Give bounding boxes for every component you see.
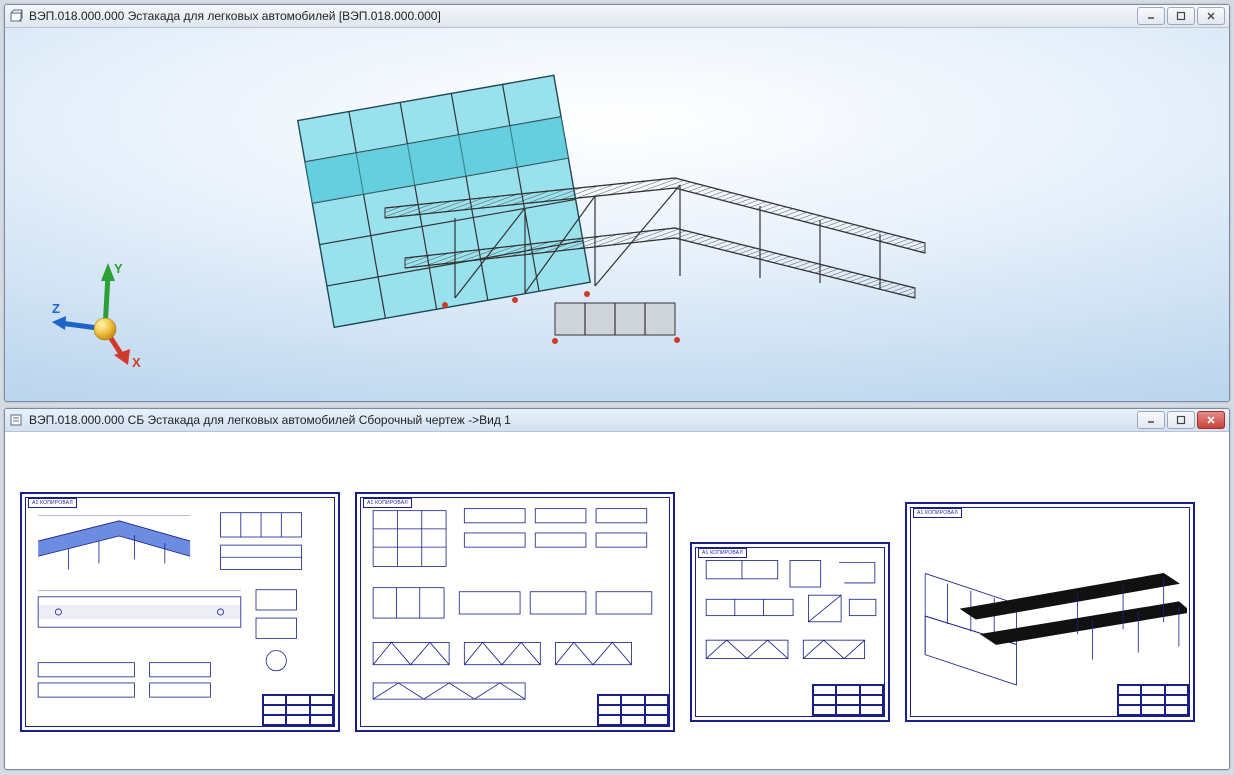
title-block (812, 684, 884, 716)
close-button[interactable] (1197, 411, 1225, 429)
drawing-sheet[interactable]: А1 КОПИРОВАЛ (905, 502, 1195, 722)
document-3d-icon (9, 9, 23, 23)
axis-y-label: Y (114, 261, 123, 276)
minimize-button[interactable] (1137, 411, 1165, 429)
titlebar-3d[interactable]: ВЭП.018.000.000 Эстакада для легковых ав… (5, 5, 1229, 28)
title-block (597, 694, 669, 726)
window-controls-drawing (1137, 411, 1225, 429)
title-block (262, 694, 334, 726)
drawing-sheet[interactable]: А1 КОПИРОВАЛ (690, 542, 890, 722)
window-3d-model: ВЭП.018.000.000 Эстакада для легковых ав… (4, 4, 1230, 402)
maximize-button[interactable] (1167, 411, 1195, 429)
title-text-drawing: ВЭП.018.000.000 СБ Эстакада для легковых… (29, 413, 1131, 427)
model-3d (255, 68, 955, 378)
maximize-button[interactable] (1167, 7, 1195, 25)
axis-x-label: X (132, 355, 141, 370)
window-drawing: ВЭП.018.000.000 СБ Эстакада для легковых… (4, 408, 1230, 770)
document-drawing-icon (9, 413, 23, 427)
orientation-triad: Z Y X (50, 251, 170, 371)
axis-z-label: Z (52, 301, 60, 316)
viewport-3d[interactable]: Z Y X (5, 28, 1229, 401)
window-controls-3d (1137, 7, 1225, 25)
drawing-sheet[interactable]: А1 КОПИРОВАЛ (355, 492, 675, 732)
title-block (1117, 684, 1189, 716)
minimize-button[interactable] (1137, 7, 1165, 25)
close-button[interactable] (1197, 7, 1225, 25)
mdi-container: ВЭП.018.000.000 Эстакада для легковых ав… (0, 0, 1234, 775)
drawing-sheet[interactable]: А1 КОПИРОВАЛ (20, 492, 340, 732)
viewport-drawing[interactable]: А1 КОПИРОВАЛ (5, 432, 1229, 769)
titlebar-drawing[interactable]: ВЭП.018.000.000 СБ Эстакада для легковых… (5, 409, 1229, 432)
title-text-3d: ВЭП.018.000.000 Эстакада для легковых ав… (29, 9, 1131, 23)
